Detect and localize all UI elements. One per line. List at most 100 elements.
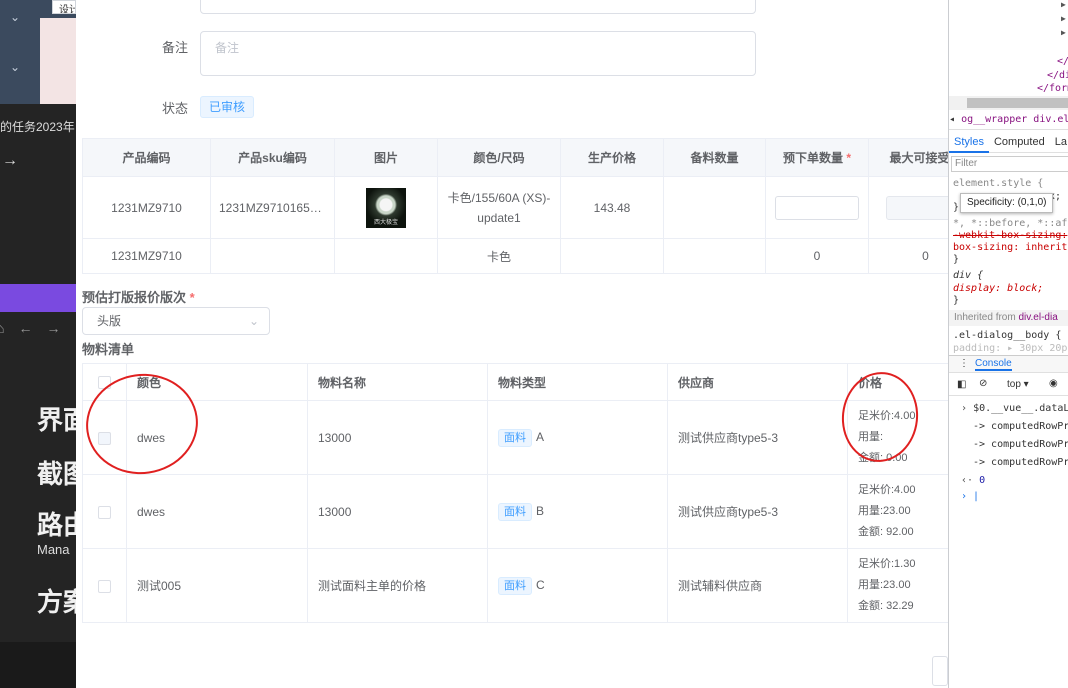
column-header: 备料数量: [663, 138, 766, 177]
product-code: 1231MZ9710: [82, 238, 211, 274]
css-selector: .el-dialog__body {: [953, 330, 1062, 341]
background-subtext: Mana: [37, 542, 70, 557]
dom-tree-line[interactable]: </di: [1047, 70, 1068, 81]
column-header-label: 预下单数量: [782, 151, 843, 165]
prep-qty: [663, 176, 766, 239]
dom-breadcrumb[interactable]: ◂ og__wrapper div.el-dia: [949, 114, 1068, 130]
background-app: ⌄ ⌄ 设计 的任务2023年 → ⌂←→ 界面 截图 路由 Mana 方案: [0, 0, 76, 688]
sku-code: [210, 238, 335, 274]
material-name: 测试面料主单的价格: [307, 548, 488, 623]
css-selector: div {: [953, 270, 984, 281]
menu-dots-icon[interactable]: ⋮: [959, 358, 969, 369]
background-footer: [0, 642, 76, 688]
amount: 金额: 32.29: [858, 600, 914, 612]
tab-computed[interactable]: Computed: [989, 133, 1050, 151]
chevron-down-icon: ⌄: [10, 60, 21, 74]
background-heading: 路由: [37, 510, 76, 540]
product-thumbnail[interactable]: 西大极宝: [366, 187, 406, 228]
remark-textarea[interactable]: 备注: [200, 31, 756, 76]
css-property: padding: ▸ 30px 20p: [953, 343, 1068, 354]
console-input-line: › $0.__vue__.dataLis: [961, 403, 1068, 414]
sidebar-toggle-icon[interactable]: ◧: [957, 379, 966, 390]
row-checkbox[interactable]: [98, 505, 111, 519]
console-result: 0: [979, 475, 986, 486]
column-header: 产品编码: [82, 138, 211, 177]
chevron-left-icon[interactable]: ◂: [949, 114, 955, 125]
prep-qty: [663, 238, 766, 274]
required-mark: *: [846, 151, 852, 165]
max-qty: 0: [868, 238, 948, 274]
table-row: 测试005 测试面料主单的价格 面料 C 测试辅料供应商 足米价:1.30 用量:…: [82, 548, 948, 623]
scrollbar-thumb[interactable]: [967, 98, 1068, 108]
material-type-code: C: [536, 577, 545, 592]
material-type-code: A: [536, 429, 545, 444]
inherited-header: Inherited from div.el-dia: [949, 310, 1068, 326]
version-label-text: 预估打版报价版次: [82, 290, 187, 305]
chevron-down-icon: ⌄: [248, 314, 259, 328]
production-price: 143.48: [560, 176, 664, 239]
row-select-cell: [82, 474, 127, 549]
console-toolbar: ◧ ⊘ top ▾ ◉: [949, 376, 1068, 396]
tab-styles[interactable]: Styles: [949, 133, 989, 153]
console-result-line: ‹· 0: [961, 475, 985, 486]
background-heading: 截图: [37, 459, 76, 489]
tab-console[interactable]: Console: [975, 358, 1012, 371]
material-price: 足米价:1.30 用量:23.00 金额: 32.29: [847, 548, 948, 623]
devtools-panel: ▶ ▶ ▶ </ </di </form ◂ og__wrapper div.e…: [948, 0, 1068, 688]
textarea-above[interactable]: [200, 0, 756, 14]
material-price: 足米价:4.00 用量:23.00 金额: 92.00: [847, 474, 948, 549]
row-checkbox[interactable]: [98, 579, 111, 593]
css-rule-line: }: [953, 295, 960, 306]
table-row: 1231MZ9710 1231MZ97101654… 西大极宝 卡色/155/6…: [82, 176, 948, 239]
css-rule-line: }: [953, 202, 960, 213]
material-color: dwes: [126, 474, 308, 549]
css-property: box-sizing: inherit: [953, 242, 1068, 253]
context-select[interactable]: top ▾: [1007, 379, 1029, 390]
color-size: 卡色: [437, 238, 561, 274]
max-qty-input: [885, 195, 948, 220]
css-property-overridden: -webkit-box-sizing:: [953, 230, 1068, 241]
background-column: [40, 18, 76, 104]
background-input: 设计: [52, 0, 76, 14]
inherited-label: Inherited from: [954, 312, 1016, 323]
amount: 金额: 92.00: [858, 526, 914, 538]
eye-icon[interactable]: ◉: [1049, 378, 1058, 389]
inherited-target[interactable]: div.el-dia: [1018, 312, 1057, 323]
version-select[interactable]: 头版 ⌄: [82, 307, 270, 335]
dom-tree-line[interactable]: </: [1057, 56, 1068, 67]
dom-tree-line[interactable]: </form: [1037, 83, 1068, 94]
dialog-footer-button[interactable]: [932, 656, 948, 686]
table-header-row: 产品编码 产品sku编码 图片 颜色/尺码 生产价格 备料数量 预下单数量 * …: [82, 138, 948, 177]
material-type: 面料 A: [487, 400, 668, 475]
horizontal-scrollbar[interactable]: [949, 96, 1068, 110]
material-type: 面料 B: [487, 474, 668, 549]
remark-label: 备注: [161, 40, 188, 55]
expand-triangle-icon[interactable]: ▶: [1061, 0, 1066, 9]
expand-triangle-icon[interactable]: ▶: [1061, 14, 1066, 23]
console-prompt[interactable]: › |: [961, 491, 979, 502]
table-row: dwes 13000 面料 A 测试供应商type5-3 足米价:4.00 用量:…: [82, 400, 948, 475]
console-drawer-header: ⋮ Console: [949, 355, 1068, 373]
expand-triangle-icon[interactable]: ▶: [1061, 28, 1066, 37]
clear-console-icon[interactable]: ⊘: [979, 378, 987, 389]
background-heading: 方案: [37, 587, 76, 617]
materials-table: 颜色 物料名称 物料类型 供应商 价格 dwes 13000 面料 A 测试供应商…: [82, 363, 948, 623]
usage: 用量:23.00: [858, 579, 911, 591]
styles-filter-input[interactable]: Filter: [951, 156, 1068, 172]
usage: 用量:23.00: [858, 505, 911, 517]
material-type-code: B: [536, 503, 545, 518]
product-code: 1231MZ9710: [82, 176, 211, 239]
preorder-qty-input[interactable]: [775, 195, 859, 220]
sku-code: 1231MZ97101654…: [210, 176, 335, 239]
background-task-text: 的任务2023年: [0, 120, 75, 134]
status-label: 状态: [161, 101, 188, 116]
prompt-icon: ›: [961, 403, 968, 414]
version-selected-value: 头版: [97, 314, 122, 328]
status-badge: 已审核: [200, 96, 255, 118]
max-qty-cell: [868, 176, 948, 239]
unit-price: 足米价:1.30: [858, 558, 916, 570]
tab-layout[interactable]: La: [1050, 133, 1068, 151]
material-supplier: 测试供应商type5-3: [667, 474, 848, 549]
material-name: 13000: [307, 474, 488, 549]
material-name: 13000: [307, 400, 488, 475]
